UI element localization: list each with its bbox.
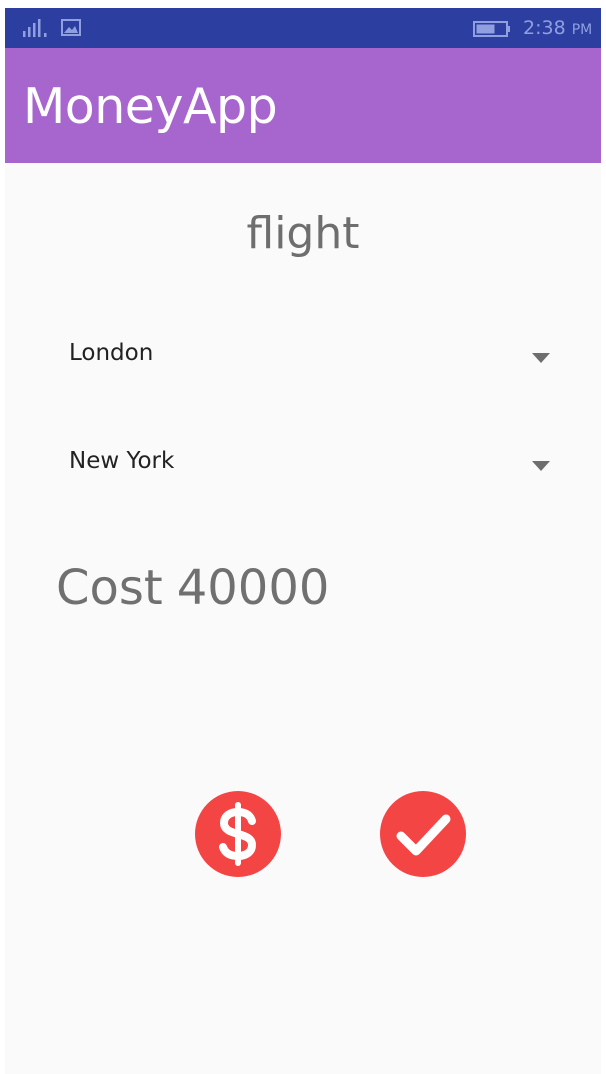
status-ampm: PM xyxy=(571,22,593,38)
status-clock: 2:38 PM xyxy=(523,17,592,39)
from-city-spinner[interactable]: London xyxy=(57,326,557,386)
app-screen: 2:38 PM MoneyApp flight London New York … xyxy=(5,8,601,1074)
gallery-icon xyxy=(61,19,81,36)
signal-icon xyxy=(23,19,47,37)
status-bar: 2:38 PM xyxy=(5,8,601,48)
dollar-button[interactable] xyxy=(195,791,281,877)
app-bar: MoneyApp xyxy=(5,48,601,163)
confirm-button[interactable] xyxy=(380,791,466,877)
dropdown-arrow-icon xyxy=(532,461,550,471)
cost-display: Cost 40000 xyxy=(56,560,329,616)
page-heading: flight xyxy=(246,208,360,259)
to-city-spinner[interactable]: New York xyxy=(57,434,557,494)
check-icon xyxy=(396,814,451,856)
from-city-value: London xyxy=(69,340,154,366)
battery-icon xyxy=(473,21,510,37)
to-city-value: New York xyxy=(69,448,175,474)
status-time: 2:38 xyxy=(523,17,566,39)
cost-label: Cost xyxy=(56,560,163,616)
cost-value: 40000 xyxy=(176,560,330,616)
dropdown-arrow-icon xyxy=(532,353,550,363)
app-title: MoneyApp xyxy=(23,78,278,135)
dollar-icon xyxy=(219,802,257,866)
